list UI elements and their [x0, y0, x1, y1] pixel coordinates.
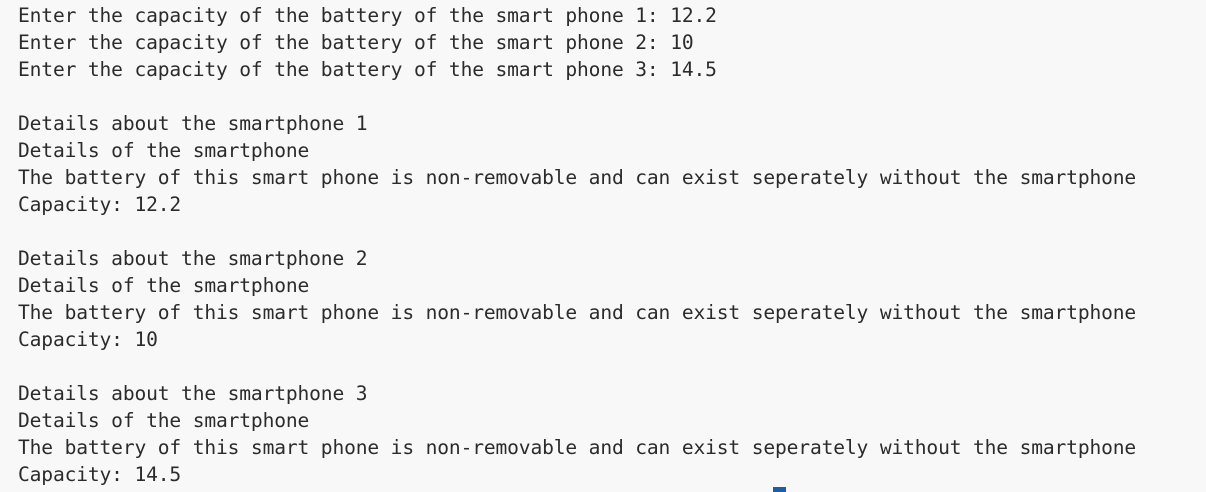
phone-2-header: Details about the smartphone 2 [18, 247, 368, 270]
phone-2-capacity: Capacity: 10 [18, 328, 158, 351]
phone-1-description: The battery of this smart phone is non-r… [18, 166, 1137, 189]
phone-3-description: The battery of this smart phone is non-r… [18, 436, 1137, 459]
input-prompt-3: Enter the capacity of the battery of the… [18, 58, 717, 81]
phone-3-subheader: Details of the smartphone [18, 409, 310, 432]
phone-3-header: Details about the smartphone 3 [18, 382, 368, 405]
phone-2-subheader: Details of the smartphone [18, 274, 310, 297]
phone-1-capacity: Capacity: 12.2 [18, 193, 182, 216]
phone-1-header: Details about the smartphone 1 [18, 112, 368, 135]
input-prompt-1: Enter the capacity of the battery of the… [18, 4, 717, 27]
input-prompt-2: Enter the capacity of the battery of the… [18, 31, 694, 54]
phone-2-description: The battery of this smart phone is non-r… [18, 301, 1137, 324]
text-cursor [773, 487, 786, 492]
phone-1-subheader: Details of the smartphone [18, 139, 310, 162]
phone-3-capacity: Capacity: 14.5 [18, 463, 182, 486]
console-output: Enter the capacity of the battery of the… [0, 0, 1206, 492]
